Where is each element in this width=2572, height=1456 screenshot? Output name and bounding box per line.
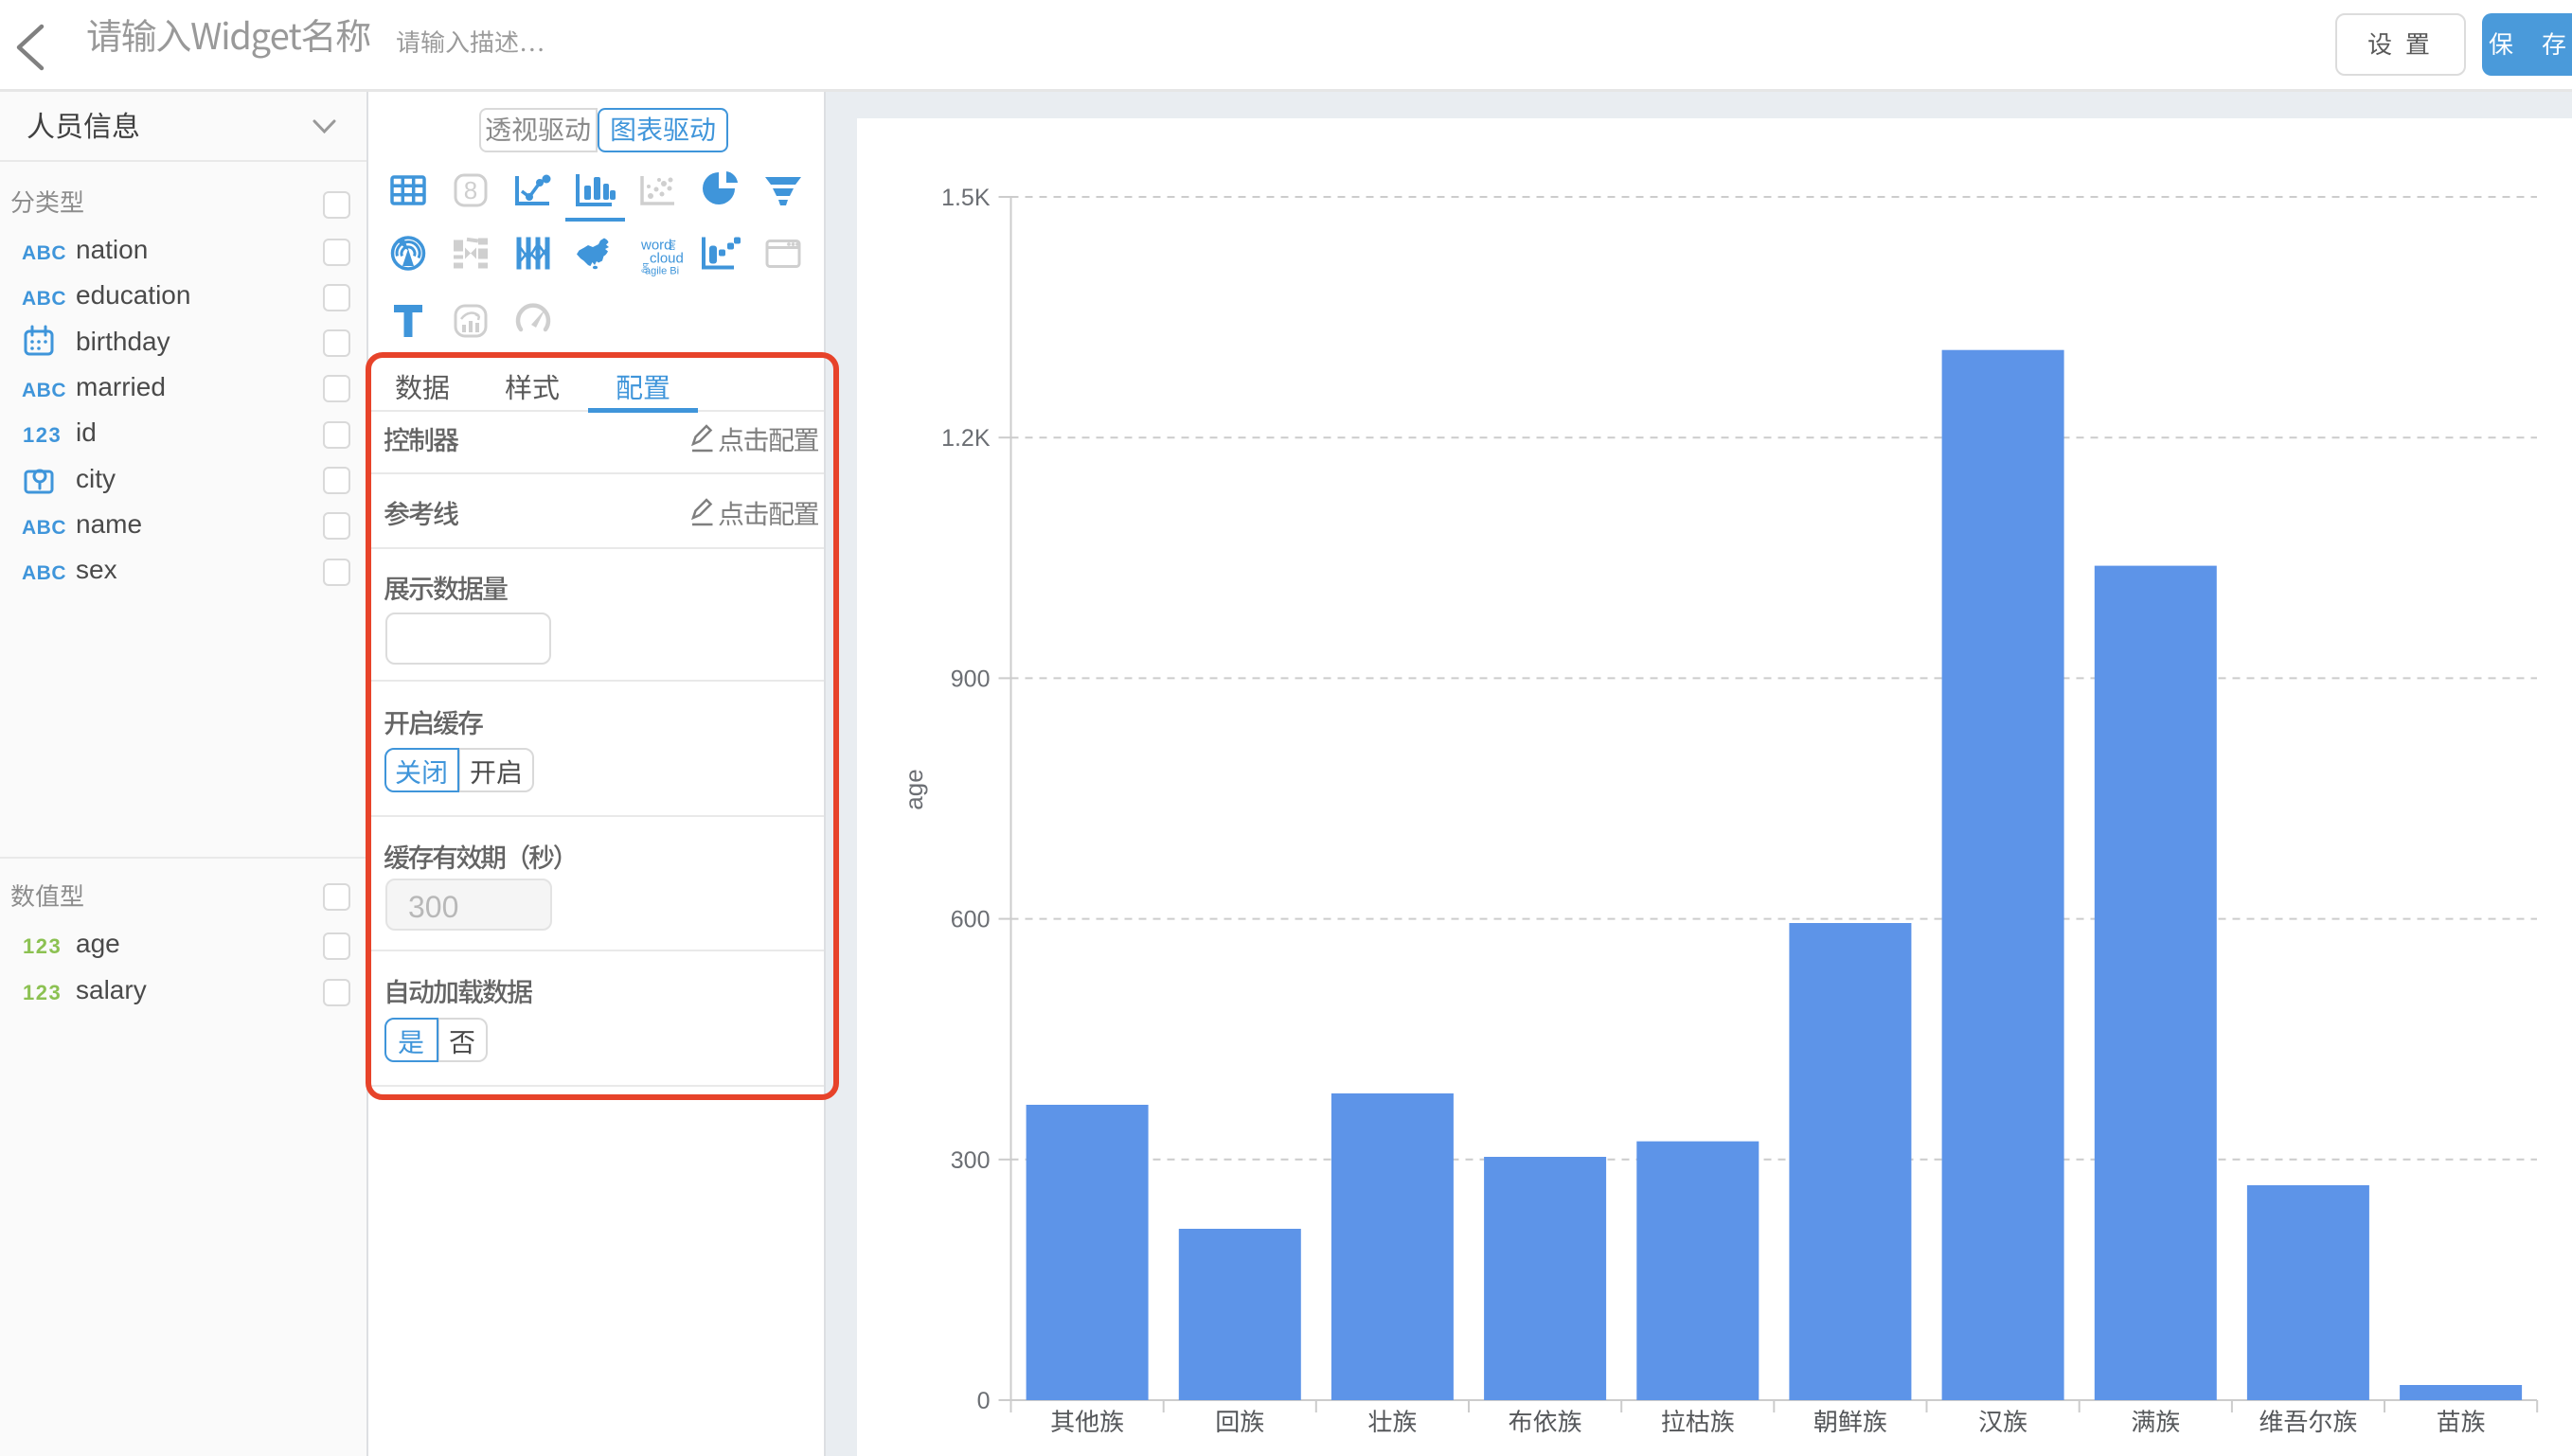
svg-text:0: 0 [977, 1388, 991, 1414]
svg-text:900: 900 [951, 666, 991, 692]
svg-text:1.2K: 1.2K [941, 425, 991, 452]
svg-text:300: 300 [951, 1147, 991, 1174]
svg-text:1.5K: 1.5K [941, 185, 991, 211]
svg-text:age: age [900, 769, 928, 809]
svg-text:600: 600 [951, 907, 991, 933]
